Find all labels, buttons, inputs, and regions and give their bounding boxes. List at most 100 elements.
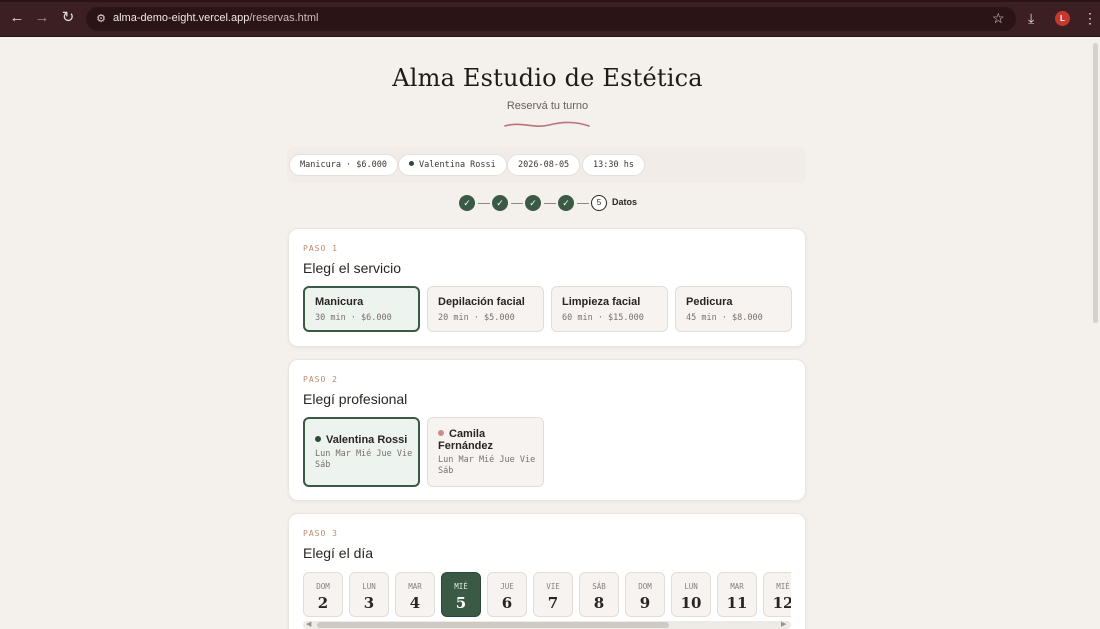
- download-icon[interactable]: ⤓: [1028, 9, 1034, 27]
- url-text[interactable]: alma-demo-eight.vercel.app/reservas.html: [113, 12, 318, 24]
- day-option[interactable]: JUE 6: [487, 572, 527, 617]
- day-number: 8: [593, 594, 605, 612]
- address-bar[interactable]: ⚙ alma-demo-eight.vercel.app/reservas.ht…: [86, 7, 1016, 31]
- professional-name-text: Camila Fernández: [438, 428, 494, 452]
- day-weekday: SÁB: [592, 582, 606, 591]
- day-option[interactable]: MIÉ 12: [763, 572, 791, 617]
- day-option[interactable]: MAR 4: [395, 572, 435, 617]
- step-connector: [511, 203, 523, 204]
- card-title: Elegí el día: [303, 545, 374, 561]
- service-name: Limpieza facial: [562, 296, 641, 308]
- step-connector: [577, 203, 589, 204]
- site-settings-icon[interactable]: ⚙: [94, 12, 108, 26]
- day-option[interactable]: DOM 2: [303, 572, 343, 617]
- summary-chip-date: 2026-08-05: [507, 154, 581, 176]
- step-connector: [544, 203, 556, 204]
- tab-strip-edge: [0, 0, 1100, 2]
- day-number: 4: [409, 594, 421, 612]
- page-subtitle: Reservá tu turno: [506, 100, 589, 112]
- summary-date-text: 2026-08-05: [518, 160, 570, 170]
- step-kicker: PASO 1: [303, 244, 338, 253]
- step-5-current[interactable]: 5: [591, 195, 607, 211]
- summary-service-text: Manicura · $6.000: [300, 160, 387, 170]
- card-title: Elegí profesional: [303, 391, 408, 407]
- day-weekday: MIÉ: [776, 582, 790, 591]
- professional-option-valentina-rossi[interactable]: Valentina Rossi Lun Mar Mié Jue Vie Sáb: [303, 417, 420, 487]
- bookmark-star-icon[interactable]: ☆: [992, 10, 1005, 26]
- reload-icon[interactable]: ↻: [59, 9, 77, 27]
- service-option-manicura[interactable]: Manicura 30 min · $6.000: [303, 286, 420, 332]
- day-weekday: LUN: [362, 582, 376, 591]
- service-meta: 45 min · $8.000: [686, 313, 763, 323]
- day-weekday: MAR: [408, 582, 422, 591]
- day-card: PASO 3 Elegí el día DOM 2 LUN 3 MAR 4 MIÉ 5 …: [288, 513, 806, 629]
- service-option-depilacion-facial[interactable]: Depilación facial 20 min · $5.000: [427, 286, 544, 332]
- step-5-label: Datos: [612, 197, 638, 207]
- scroll-left-arrow-icon[interactable]: ◀: [306, 620, 311, 628]
- url-path: /reservas.html: [249, 12, 319, 24]
- day-number: 6: [501, 594, 513, 612]
- professional-option-camila-fernandez[interactable]: Camila Fernández Lun Mar Mié Jue Vie Sáb: [427, 417, 544, 487]
- day-number: 11: [726, 594, 748, 612]
- service-meta: 20 min · $5.000: [438, 313, 515, 323]
- forward-arrow-icon[interactable]: →: [33, 9, 51, 27]
- step-kicker: PASO 2: [303, 375, 338, 384]
- back-arrow-icon[interactable]: ←: [8, 9, 26, 27]
- day-weekday: MAR: [730, 582, 744, 591]
- professional-name: Camila Fernández: [438, 428, 538, 452]
- summary-chip-service: Manicura · $6.000: [289, 154, 398, 176]
- day-option-selected[interactable]: MIÉ 5: [441, 572, 481, 617]
- day-strip-scrollbar[interactable]: ◀ ▶: [303, 621, 791, 629]
- day-option[interactable]: DOM 9: [625, 572, 665, 617]
- step-kicker: PASO 3: [303, 529, 338, 538]
- professional-days: Lun Mar Mié Jue Vie Sáb: [438, 455, 536, 476]
- professional-days: Lun Mar Mié Jue Vie Sáb: [315, 449, 413, 470]
- day-option[interactable]: SÁB 8: [579, 572, 619, 617]
- day-option[interactable]: LUN 10: [671, 572, 711, 617]
- page-viewport: Alma Estudio de Estética Reservá tu turn…: [0, 37, 1100, 629]
- summary-chip-professional: Valentina Rossi: [398, 154, 507, 176]
- summary-chip-time: 13:30 hs: [582, 154, 645, 176]
- day-number: 10: [680, 594, 702, 612]
- availability-dot-icon: [438, 430, 444, 436]
- day-option[interactable]: LUN 3: [349, 572, 389, 617]
- page-title: Alma Estudio de Estética: [392, 64, 703, 92]
- day-weekday: JUE: [500, 582, 514, 591]
- step-2-check-icon[interactable]: ✓: [492, 195, 508, 211]
- service-option-limpieza-facial[interactable]: Limpieza facial 60 min · $15.000: [551, 286, 668, 332]
- day-number: 12: [772, 594, 791, 612]
- day-picker-strip: DOM 2 LUN 3 MAR 4 MIÉ 5 JUE 6 VIE 7 SÁB 8 DOM 9 …: [303, 572, 791, 618]
- step-connector: [478, 203, 490, 204]
- profile-avatar[interactable]: L: [1055, 11, 1070, 26]
- browser-toolbar: ← → ↻ ⚙ alma-demo-eight.vercel.app/reser…: [0, 0, 1100, 37]
- summary-professional-text: Valentina Rossi: [419, 160, 496, 170]
- professional-dot-icon: [409, 161, 414, 166]
- service-meta: 60 min · $15.000: [562, 313, 644, 323]
- service-name: Depilación facial: [438, 296, 525, 308]
- day-option[interactable]: VIE 7: [533, 572, 573, 617]
- professional-name: Valentina Rossi: [315, 434, 407, 446]
- card-title: Elegí el servicio: [303, 260, 402, 276]
- day-weekday: DOM: [638, 582, 652, 591]
- availability-dot-icon: [315, 436, 321, 442]
- step-4-check-icon[interactable]: ✓: [558, 195, 574, 211]
- summary-time-text: 13:30 hs: [593, 160, 634, 170]
- service-option-pedicura[interactable]: Pedicura 45 min · $8.000: [675, 286, 792, 332]
- decorative-flourish: [504, 121, 590, 127]
- service-name: Manicura: [315, 296, 364, 308]
- day-number: 2: [317, 594, 329, 612]
- service-name: Pedicura: [686, 296, 733, 308]
- day-number: 9: [639, 594, 651, 612]
- step-3-check-icon[interactable]: ✓: [525, 195, 541, 211]
- booking-summary-bar: Manicura · $6.000 Valentina Rossi 2026-0…: [287, 147, 806, 183]
- day-strip-scroll-thumb[interactable]: [317, 622, 669, 628]
- service-meta: 30 min · $6.000: [315, 313, 392, 323]
- day-number: 5: [455, 594, 467, 612]
- day-weekday: LUN: [684, 582, 698, 591]
- service-card: PASO 1 Elegí el servicio Manicura 30 min…: [288, 228, 806, 347]
- url-host: alma-demo-eight.vercel.app: [113, 12, 250, 24]
- scroll-right-arrow-icon[interactable]: ▶: [781, 620, 786, 628]
- step-1-check-icon[interactable]: ✓: [459, 195, 475, 211]
- browser-menu-icon[interactable]: ⋮: [1083, 9, 1097, 27]
- day-option[interactable]: MAR 11: [717, 572, 757, 617]
